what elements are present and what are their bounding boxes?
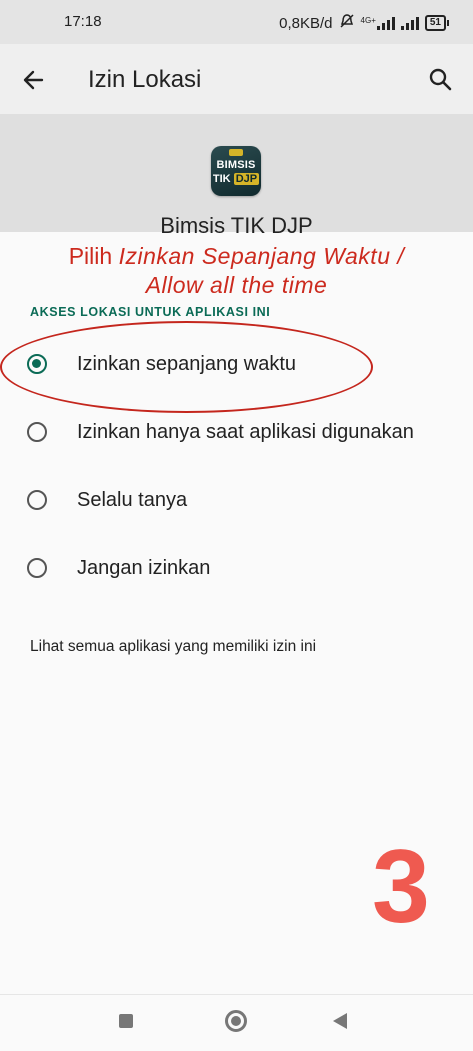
app-bar: Izin Lokasi — [0, 44, 473, 114]
instruction-prefix: Pilih — [68, 243, 113, 269]
view-all-apps-link[interactable]: Lihat semua aplikasi yang memiliki izin … — [30, 638, 316, 656]
instruction-line1: Izinkan Sepanjang Waktu / — [118, 243, 405, 269]
radio-icon[interactable] — [27, 422, 47, 442]
instruction-line2: Allow all the time — [145, 272, 328, 298]
status-time: 17:18 — [64, 13, 102, 30]
search-icon[interactable] — [427, 66, 455, 94]
radio-icon[interactable] — [27, 490, 47, 510]
status-icons: 0,8KB/d 4G+ 51 — [279, 13, 449, 33]
section-label: AKSES LOKASI UNTUK APLIKASI INI — [30, 305, 271, 319]
net-speed: 0,8KB/d — [279, 14, 333, 32]
option-deny[interactable]: Jangan izinkan — [0, 540, 473, 600]
step-number: 3 — [372, 829, 430, 945]
option-label: Selalu tanya — [77, 489, 188, 511]
option-label: Jangan izinkan — [77, 557, 211, 579]
battery-level: 51 — [424, 15, 446, 31]
radio-selected-icon[interactable] — [27, 354, 47, 374]
radio-icon[interactable] — [27, 558, 47, 578]
nav-bar — [0, 994, 473, 1051]
page-title: Izin Lokasi — [88, 66, 202, 93]
mute-icon — [339, 13, 355, 33]
option-allow-all-the-time[interactable]: Izinkan sepanjang waktu — [0, 336, 473, 396]
option-allow-while-using[interactable]: Izinkan hanya saat aplikasi digunakan — [0, 404, 473, 464]
instruction-annotation: Pilih Izinkan Sepanjang Waktu / Allow al… — [0, 242, 473, 300]
status-bar: 17:18 0,8KB/d 4G+ 51 — [0, 0, 473, 44]
option-label: Izinkan hanya saat aplikasi digunakan — [77, 421, 414, 443]
net-label: 4G+ — [360, 16, 376, 25]
option-ask-every-time[interactable]: Selalu tanya — [0, 472, 473, 532]
app-name: Bimsis TIK DJP — [160, 213, 313, 238]
circle-icon[interactable] — [225, 1010, 247, 1032]
square-icon[interactable] — [119, 1014, 133, 1028]
arrow-left-icon[interactable] — [20, 66, 48, 94]
signal-icon: 4G+ — [361, 16, 395, 30]
signal-icon-2 — [400, 16, 419, 30]
triangle-back-icon[interactable] — [333, 1013, 347, 1029]
app-logo-icon: BIMSIS TIK DJP — [211, 146, 261, 196]
option-label: Izinkan sepanjang waktu — [77, 353, 297, 375]
battery-icon: 51 — [424, 15, 449, 31]
